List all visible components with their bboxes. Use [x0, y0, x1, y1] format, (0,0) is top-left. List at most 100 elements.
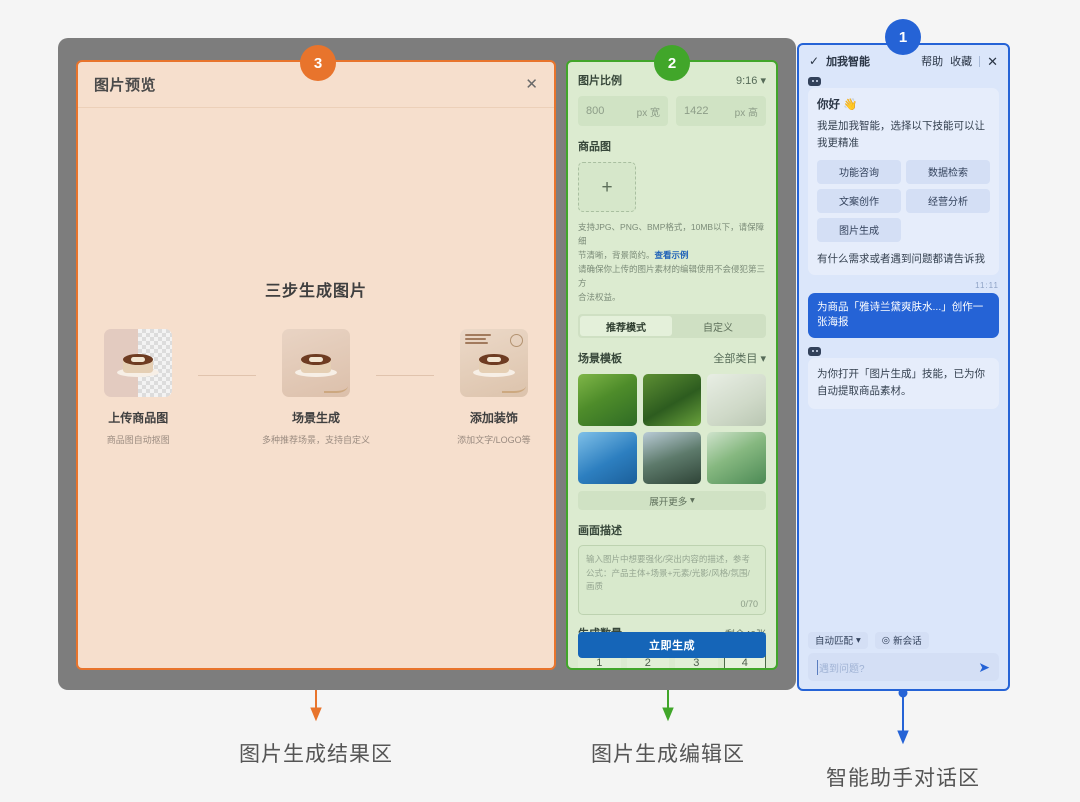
step-desc: 商品图自动抠图 — [78, 433, 198, 446]
skill-button-data-search[interactable]: 数据检索 — [906, 160, 990, 184]
width-input[interactable]: 800 px 宽 — [578, 96, 668, 126]
user-message-bubble: 为商品「雅诗兰黛爽肤水...」创作一张海报 — [808, 293, 999, 339]
send-icon[interactable]: ➤ — [978, 660, 990, 674]
skill-button-business-analysis[interactable]: 经营分析 — [906, 189, 990, 213]
image-preview-panel: 图片预览 ✕ 三步生成图片 上传商品图 商品图自动抠图 场景生成 多种推荐场景，… — [76, 60, 556, 670]
chat-messages: 你好 👋 我是加我智能，选择以下技能可以让我更精准 功能咨询 数据检索 文案创作… — [799, 77, 1008, 627]
chevron-down-icon: ▾ — [856, 635, 861, 646]
check-logo-icon: ✓ — [809, 54, 819, 68]
auto-match-dropdown[interactable]: 自动匹配▾ — [808, 632, 868, 649]
scene-template-thumb[interactable] — [643, 432, 702, 484]
plus-icon: + — [601, 178, 612, 197]
tab-recommend-mode[interactable]: 推荐模式 — [580, 316, 672, 336]
scene-template-thumb[interactable] — [643, 374, 702, 426]
help-button[interactable]: 帮助 — [921, 53, 943, 69]
description-placeholder: 输入图片中想要强化/突出内容的描述，参考公式：产品主体+场景+元素/光影/风格/… — [586, 553, 758, 594]
chat-brand-label: 加我智能 — [826, 53, 870, 69]
hint-line-4: 合法权益。 — [578, 292, 621, 302]
message-timestamp: 11:11 — [808, 281, 999, 290]
skill-button-image-generation[interactable]: 图片生成 — [817, 218, 901, 242]
page-title: 图片预览 — [94, 74, 156, 95]
annotation-label: 图片生成编辑区 — [548, 738, 788, 768]
step-desc: 添加文字/LOGO等 — [434, 433, 554, 446]
view-example-link[interactable]: 查看示例 — [655, 250, 689, 260]
height-unit: px 高 — [735, 104, 758, 119]
callout-badge-2: 2 — [654, 45, 690, 81]
callout-badge-3: 3 — [300, 45, 336, 81]
plus-circle-icon: ◎ — [882, 635, 890, 646]
chevron-down-icon: ▾ — [690, 495, 695, 506]
step-connector — [198, 375, 255, 376]
step-name: 添加装饰 — [434, 409, 554, 426]
step-thumb-scene-icon — [282, 329, 350, 397]
scene-template-thumb[interactable] — [578, 432, 637, 484]
chat-input-placeholder: 遇到问题? — [817, 660, 865, 675]
step-thumb-upload-icon — [104, 329, 172, 397]
annotation-editor-area: 图片生成编辑区 — [548, 738, 788, 768]
scene-template-thumb[interactable] — [578, 374, 637, 426]
greeting-text: 你好 👋 — [817, 96, 990, 112]
assistant-chat-panel: ✓ 加我智能 帮助 收藏 ✕ 你好 👋 我是加我智能，选择以下技能可以让我更精准… — [797, 43, 1010, 691]
callout-badge-1: 1 — [885, 19, 921, 55]
bot-message-bubble: 你好 👋 我是加我智能，选择以下技能可以让我更精准 功能咨询 数据检索 文案创作… — [808, 88, 999, 275]
annotation-result-area: 图片生成结果区 — [196, 738, 436, 768]
step-name: 上传商品图 — [78, 409, 198, 426]
intro-text: 我是加我智能，选择以下技能可以让我更精准 — [817, 118, 990, 152]
width-value: 800 — [586, 105, 604, 117]
mode-tabs: 推荐模式 自定义 — [578, 314, 766, 338]
category-dropdown[interactable]: 全部类目 ▾ — [713, 350, 766, 366]
description-textarea[interactable]: 输入图片中想要强化/突出内容的描述，参考公式：产品主体+场景+元素/光影/风格/… — [578, 545, 766, 615]
step-item: 场景生成 多种推荐场景，支持自定义 — [256, 329, 376, 446]
steps-section: 三步生成图片 上传商品图 商品图自动抠图 场景生成 多种推荐场景，支持自定义 — [78, 277, 554, 446]
scene-row: 场景模板 全部类目 ▾ — [578, 350, 766, 366]
close-icon[interactable]: ✕ — [525, 77, 538, 92]
header-divider — [979, 56, 980, 67]
skill-button-function-consult[interactable]: 功能咨询 — [817, 160, 901, 184]
hint-line-3: 请确保你上传的图片素材的编辑使用不会侵犯第三方 — [578, 264, 765, 288]
ratio-dropdown[interactable]: 9:16 ▾ — [736, 74, 766, 87]
height-input[interactable]: 1422 px 高 — [676, 96, 766, 126]
expand-more-button[interactable]: 展开更多 ▾ — [578, 491, 766, 510]
bot-avatar-icon — [808, 77, 821, 86]
tab-custom-mode[interactable]: 自定义 — [672, 316, 764, 336]
step-desc: 多种推荐场景，支持自定义 — [256, 433, 376, 446]
hint-line-1: 支持JPG、PNG、BMP格式，10MB以下，请保障细 — [578, 222, 764, 246]
generate-button[interactable]: 立即生成 — [578, 632, 766, 658]
annotation-label: 图片生成结果区 — [196, 738, 436, 768]
chat-input[interactable]: 遇到问题? ➤ — [808, 653, 999, 681]
chat-footer: 自动匹配▾ ◎新会话 遇到问题? ➤ — [799, 627, 1008, 689]
annotation-assistant-area: 智能助手对话区 — [783, 762, 1023, 792]
upload-hint: 支持JPG、PNG、BMP格式，10MB以下，请保障细 节清晰，背景简约。查看示… — [578, 220, 766, 304]
step-thumb-decorate-icon — [460, 329, 528, 397]
upload-image-button[interactable]: + — [578, 162, 636, 212]
bot-reply-text: 为你打开「图片生成」技能，已为你自动提取商品素材。 — [817, 366, 990, 400]
expand-more-label: 展开更多 — [649, 494, 687, 508]
close-icon[interactable]: ✕ — [987, 55, 998, 68]
category-value: 全部类目 — [713, 353, 757, 365]
dimension-row: 800 px 宽 1422 px 高 — [578, 96, 766, 126]
scene-template-thumb[interactable] — [707, 432, 766, 484]
description-counter: 0/70 — [740, 599, 758, 609]
skill-button-copywriting[interactable]: 文案创作 — [817, 189, 901, 213]
hint-line-2: 节清晰，背景简约。 — [578, 250, 655, 260]
image-editor-panel: 图片比例 9:16 ▾ 800 px 宽 1422 px 高 商品图 + 支持J… — [566, 60, 778, 670]
description-label: 画面描述 — [578, 522, 766, 538]
new-session-button[interactable]: ◎新会话 — [875, 632, 929, 649]
width-unit: px 宽 — [637, 104, 660, 119]
step-connector — [376, 375, 433, 376]
chevron-down-icon: ▾ — [760, 353, 766, 365]
new-session-label: 新会话 — [893, 633, 922, 647]
step-name: 场景生成 — [256, 409, 376, 426]
bot-reply-bubble: 为你打开「图片生成」技能，已为你自动提取商品素材。 — [808, 358, 999, 409]
chevron-down-icon: ▾ — [760, 75, 766, 87]
steps-title: 三步生成图片 — [78, 277, 554, 301]
scene-template-thumb[interactable] — [707, 374, 766, 426]
scene-template-grid — [578, 374, 766, 484]
steps-row: 上传商品图 商品图自动抠图 场景生成 多种推荐场景，支持自定义 — [78, 329, 554, 446]
step-item: 添加装饰 添加文字/LOGO等 — [434, 329, 554, 446]
ratio-value: 9:16 — [736, 75, 757, 87]
chat-controls: 自动匹配▾ ◎新会话 — [808, 627, 999, 653]
skill-grid: 功能咨询 数据检索 文案创作 经营分析 图片生成 — [817, 160, 990, 242]
scene-template-label: 场景模板 — [578, 350, 622, 366]
favorite-button[interactable]: 收藏 — [950, 53, 972, 69]
